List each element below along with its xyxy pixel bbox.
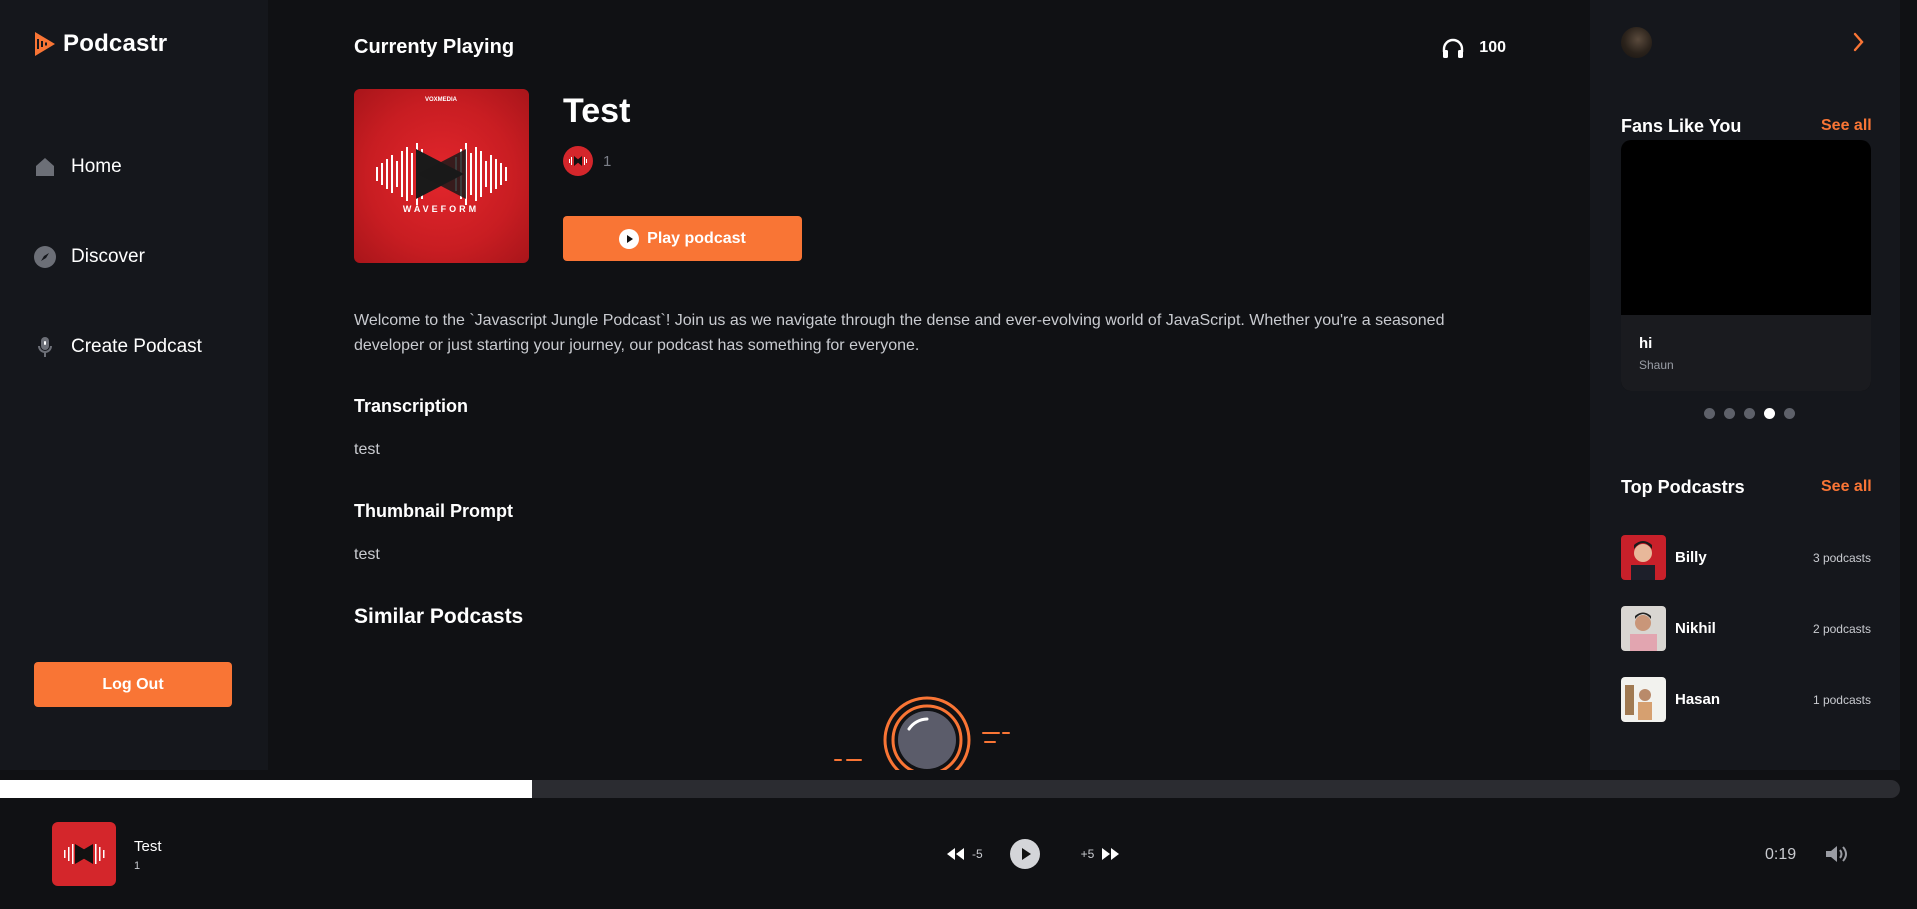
podcaster-avatar — [1621, 677, 1666, 722]
cover-brand: VOXMEDIA — [425, 97, 458, 103]
top-podcastrs-heading: Top Podcastrs — [1621, 477, 1745, 497]
podcast-details: Currenty Playing 100 VOXMEDIA WAVEFORM T… — [268, 0, 1590, 770]
playback-progress-fill — [0, 780, 532, 798]
compass-icon — [34, 246, 56, 268]
carousel-dot[interactable] — [1744, 408, 1755, 419]
podcaster-count: 2 podcasts — [1812, 621, 1871, 636]
fan-card[interactable]: hi Shaun — [1621, 140, 1871, 391]
microphone-icon — [38, 337, 52, 357]
transcription-text: test — [354, 441, 380, 458]
carousel-dots — [1704, 408, 1795, 419]
waveform-thumbnail-icon — [569, 156, 587, 166]
similar-podcasts-heading: Similar Podcasts — [354, 605, 524, 628]
nav-item-label: Discover — [71, 246, 145, 267]
loading-spinner-icon — [834, 696, 1010, 770]
fan-card-title: hi — [1639, 335, 1653, 352]
podcaster-name: Billy — [1675, 549, 1707, 566]
podcaster-avatar — [1621, 606, 1666, 651]
transcription-heading: Transcription — [354, 396, 469, 416]
carousel-dot[interactable] — [1724, 408, 1735, 419]
app-name: Podcastr — [63, 30, 168, 57]
fans-see-all-link[interactable]: See all — [1821, 117, 1872, 135]
podcast-author[interactable]: 1 — [563, 146, 611, 176]
listener-count: 100 — [1441, 38, 1506, 58]
rewind-label: -5 — [972, 847, 983, 861]
waveform-thumbnail-icon — [64, 844, 105, 864]
fans-like-you-heading: Fans Like You — [1621, 116, 1742, 136]
thumbnail-prompt-text: test — [354, 546, 380, 563]
podcaster-name: Hasan — [1675, 691, 1721, 708]
user-avatar[interactable] — [1621, 27, 1652, 58]
play-pause-icon[interactable] — [1009, 838, 1041, 870]
playback-progress-bar[interactable] — [0, 780, 1900, 798]
carousel-dot[interactable] — [1704, 408, 1715, 419]
player-cover[interactable] — [52, 822, 116, 886]
section-title: Currenty Playing — [354, 36, 515, 58]
podcaster-avatar — [1621, 535, 1666, 580]
app-root: Podcastr Home Discover Create Podcast Lo… — [0, 0, 1917, 909]
player-title: Test — [134, 838, 162, 855]
window-scrollbar[interactable] — [1900, 0, 1917, 909]
podcaster-count: 3 podcasts — [1812, 550, 1871, 565]
podcaster-count: 1 podcasts — [1812, 692, 1871, 707]
rewind-icon[interactable] — [944, 846, 968, 862]
waveform-artwork: VOXMEDIA WAVEFORM — [376, 97, 507, 214]
logo-icon — [35, 32, 55, 56]
left-sidebar: Podcastr Home Discover Create Podcast Lo… — [0, 0, 268, 770]
headphones-icon — [1443, 38, 1464, 58]
audio-player: Test 1 -5 +5 0:19 — [0, 798, 1917, 909]
author-avatar — [563, 146, 593, 176]
fan-card-caption: hi Shaun — [1621, 315, 1871, 391]
top-podcaster-row[interactable]: Nikhil 2 podcasts — [1621, 606, 1871, 651]
nav-item-discover[interactable]: Discover — [33, 245, 145, 269]
logout-button[interactable]: Log Out — [34, 662, 232, 707]
player-controls: -5 +5 — [944, 838, 1122, 870]
author-count: 1 — [603, 152, 612, 170]
top-see-all-link[interactable]: See all — [1821, 478, 1872, 496]
player-author: 1 — [134, 860, 141, 872]
home-icon — [36, 158, 54, 176]
chevron-right-icon[interactable] — [1852, 30, 1866, 54]
podcast-cover: VOXMEDIA WAVEFORM — [354, 89, 529, 263]
play-podcast-button[interactable]: Play podcast — [563, 216, 802, 261]
cover-name: WAVEFORM — [403, 204, 479, 214]
carousel-dot-active[interactable] — [1764, 408, 1775, 419]
play-icon — [619, 228, 640, 249]
forward-label: +5 — [1080, 847, 1095, 861]
player-time: 0:19 — [1765, 846, 1797, 863]
fast-forward-icon[interactable] — [1098, 846, 1122, 862]
top-podcaster-row[interactable]: Hasan 1 podcasts — [1621, 677, 1871, 722]
nav-item-create-podcast[interactable]: Create Podcast — [33, 335, 202, 359]
logo[interactable]: Podcastr — [33, 30, 167, 58]
podcast-description: Welcome to the `Javascript Jungle Podcas… — [354, 312, 1445, 354]
volume-icon[interactable] — [1824, 844, 1848, 864]
nav-item-label: Create Podcast — [71, 336, 202, 357]
podcaster-name: Nikhil — [1675, 620, 1716, 637]
carousel-dot[interactable] — [1784, 408, 1795, 419]
podcast-title: Test — [563, 92, 631, 130]
listener-number: 100 — [1479, 39, 1506, 56]
right-sidebar: Fans Like You See all hi Shaun Top Podca… — [1590, 0, 1917, 770]
nav-item-home[interactable]: Home — [33, 155, 122, 179]
top-podcaster-row[interactable]: Billy 3 podcasts — [1621, 535, 1871, 580]
thumbnail-prompt-heading: Thumbnail Prompt — [354, 501, 513, 521]
fan-card-subtitle: Shaun — [1639, 358, 1674, 372]
play-podcast-label: Play podcast — [647, 229, 746, 247]
nav-item-label: Home — [71, 156, 122, 177]
